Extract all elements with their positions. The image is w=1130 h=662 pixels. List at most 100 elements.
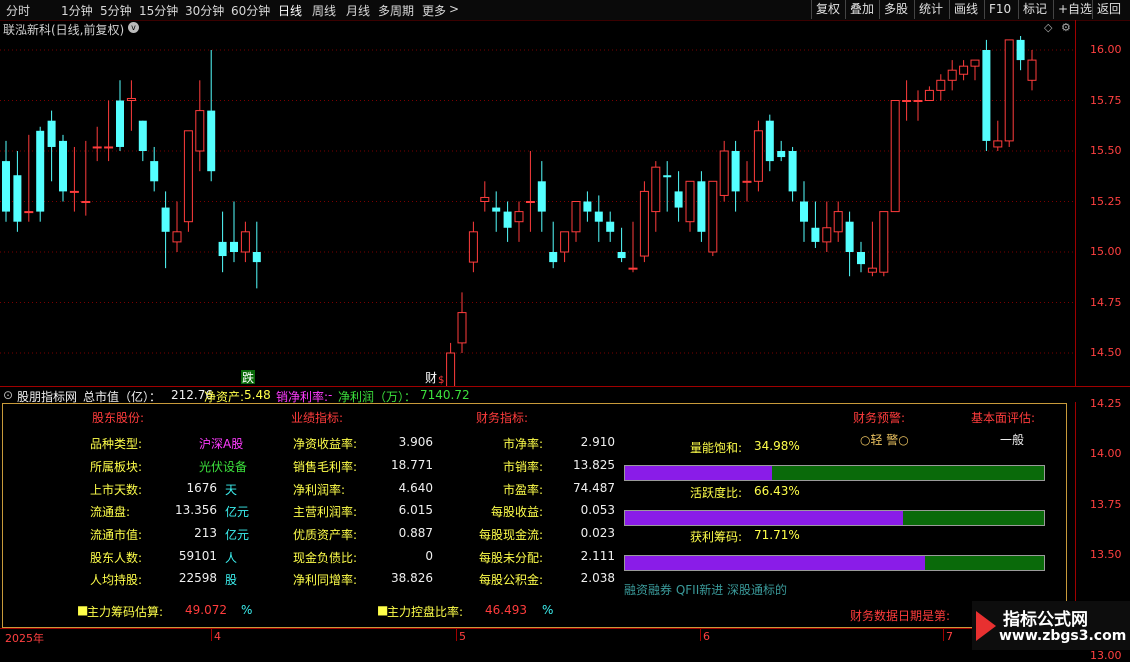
candle[interactable] — [674, 171, 683, 222]
candle[interactable] — [183, 130, 193, 232]
candle[interactable] — [777, 140, 786, 162]
candlestick-chart[interactable]: 16.10←←12.89跌财$ — [0, 36, 1075, 386]
candle[interactable] — [628, 221, 638, 273]
period-tab-30min[interactable]: 30分钟 — [185, 2, 224, 19]
candle[interactable] — [606, 211, 615, 242]
candle[interactable] — [639, 181, 649, 263]
add-watchlist-button[interactable]: +自选 — [1053, 0, 1096, 19]
period-tab-daily[interactable]: 日线 — [278, 2, 302, 19]
candle[interactable] — [480, 181, 490, 212]
restore-rights-button[interactable]: 复权 — [811, 0, 844, 19]
candle[interactable] — [617, 227, 626, 263]
candle[interactable] — [24, 134, 34, 222]
chevron-right-icon[interactable]: > — [449, 2, 459, 16]
candle[interactable] — [663, 161, 672, 212]
candle[interactable] — [708, 180, 718, 257]
period-tab-monthly[interactable]: 月线 — [346, 2, 370, 19]
candle[interactable] — [549, 221, 558, 269]
candle[interactable] — [92, 126, 102, 162]
dropdown-icon[interactable]: v — [128, 22, 139, 33]
candle[interactable] — [525, 151, 535, 232]
candle[interactable] — [993, 120, 1003, 151]
candle[interactable] — [13, 151, 22, 232]
candle[interactable] — [1027, 50, 1037, 91]
period-tab-multi[interactable]: 多周期 — [378, 2, 414, 19]
candle[interactable] — [822, 201, 832, 253]
settings-icon[interactable]: ⚙ — [1061, 21, 1071, 34]
candle[interactable] — [947, 60, 957, 91]
candle[interactable] — [81, 140, 91, 216]
candle[interactable] — [468, 221, 478, 273]
candle[interactable] — [138, 120, 147, 162]
candle[interactable] — [218, 211, 227, 273]
collapse-icon[interactable]: ⊙ — [3, 388, 13, 402]
candle[interactable] — [913, 90, 923, 121]
candle[interactable] — [685, 180, 695, 232]
candle[interactable] — [446, 342, 456, 386]
candle[interactable] — [651, 161, 661, 232]
candle[interactable] — [982, 39, 991, 151]
mark-button[interactable]: 标记 — [1018, 0, 1051, 19]
candle[interactable] — [583, 191, 592, 222]
period-tab-5min[interactable]: 5分钟 — [100, 2, 132, 19]
candle[interactable] — [845, 211, 854, 277]
candle[interactable] — [959, 60, 969, 81]
period-tab-15min[interactable]: 15分钟 — [139, 2, 178, 19]
candle[interactable] — [833, 201, 843, 242]
back-button[interactable]: 返回 — [1092, 0, 1125, 19]
statistics-button[interactable]: 统计 — [914, 0, 947, 19]
candle[interactable] — [195, 80, 205, 172]
candle[interactable] — [867, 221, 877, 277]
candle[interactable] — [719, 140, 729, 202]
candle[interactable] — [936, 74, 946, 101]
candle[interactable] — [47, 110, 56, 182]
candle[interactable] — [116, 80, 124, 151]
period-tab-more[interactable]: 更多 — [422, 2, 446, 19]
candle[interactable] — [537, 161, 546, 232]
candle[interactable] — [879, 211, 889, 277]
candle[interactable] — [560, 231, 570, 263]
period-tab-timeshare[interactable]: 分时 — [6, 2, 30, 19]
candle[interactable] — [104, 100, 114, 162]
candle[interactable] — [890, 100, 900, 213]
candle[interactable] — [59, 134, 67, 202]
candle[interactable] — [207, 50, 216, 182]
candle[interactable] — [492, 191, 501, 232]
candle[interactable] — [252, 221, 261, 289]
candle[interactable] — [742, 161, 752, 202]
candle[interactable] — [172, 201, 182, 253]
candle[interactable] — [970, 59, 980, 81]
candle[interactable] — [765, 114, 774, 172]
candle[interactable] — [800, 181, 808, 242]
candle[interactable] — [457, 292, 467, 353]
candle[interactable] — [594, 195, 603, 242]
candle[interactable] — [788, 146, 797, 202]
candle[interactable] — [571, 201, 581, 242]
candle[interactable] — [240, 221, 250, 263]
candle[interactable] — [1004, 39, 1014, 147]
diamond-icon[interactable]: ◇ — [1044, 21, 1052, 34]
candle[interactable] — [514, 201, 524, 242]
candle[interactable] — [126, 80, 136, 131]
candle[interactable] — [161, 191, 170, 269]
candle[interactable] — [924, 86, 934, 102]
candle[interactable] — [2, 140, 10, 222]
overlay-button[interactable]: 叠加 — [845, 0, 878, 19]
candle[interactable] — [697, 171, 706, 242]
candle[interactable] — [811, 201, 820, 248]
period-tab-1min[interactable]: 1分钟 — [61, 2, 93, 19]
candle[interactable] — [902, 80, 912, 121]
multi-stock-button[interactable]: 多股 — [879, 0, 912, 19]
candle[interactable] — [731, 140, 740, 212]
period-tab-60min[interactable]: 60分钟 — [231, 2, 270, 19]
candle[interactable] — [503, 201, 512, 242]
candle[interactable] — [230, 201, 238, 263]
f10-button[interactable]: F10 — [984, 0, 1015, 19]
candle[interactable] — [36, 126, 45, 222]
candle[interactable] — [150, 146, 159, 192]
candle[interactable] — [753, 120, 763, 192]
candle[interactable] — [69, 146, 79, 212]
candle[interactable] — [857, 241, 865, 273]
candle[interactable] — [1016, 36, 1025, 71]
period-tab-weekly[interactable]: 周线 — [312, 2, 336, 19]
